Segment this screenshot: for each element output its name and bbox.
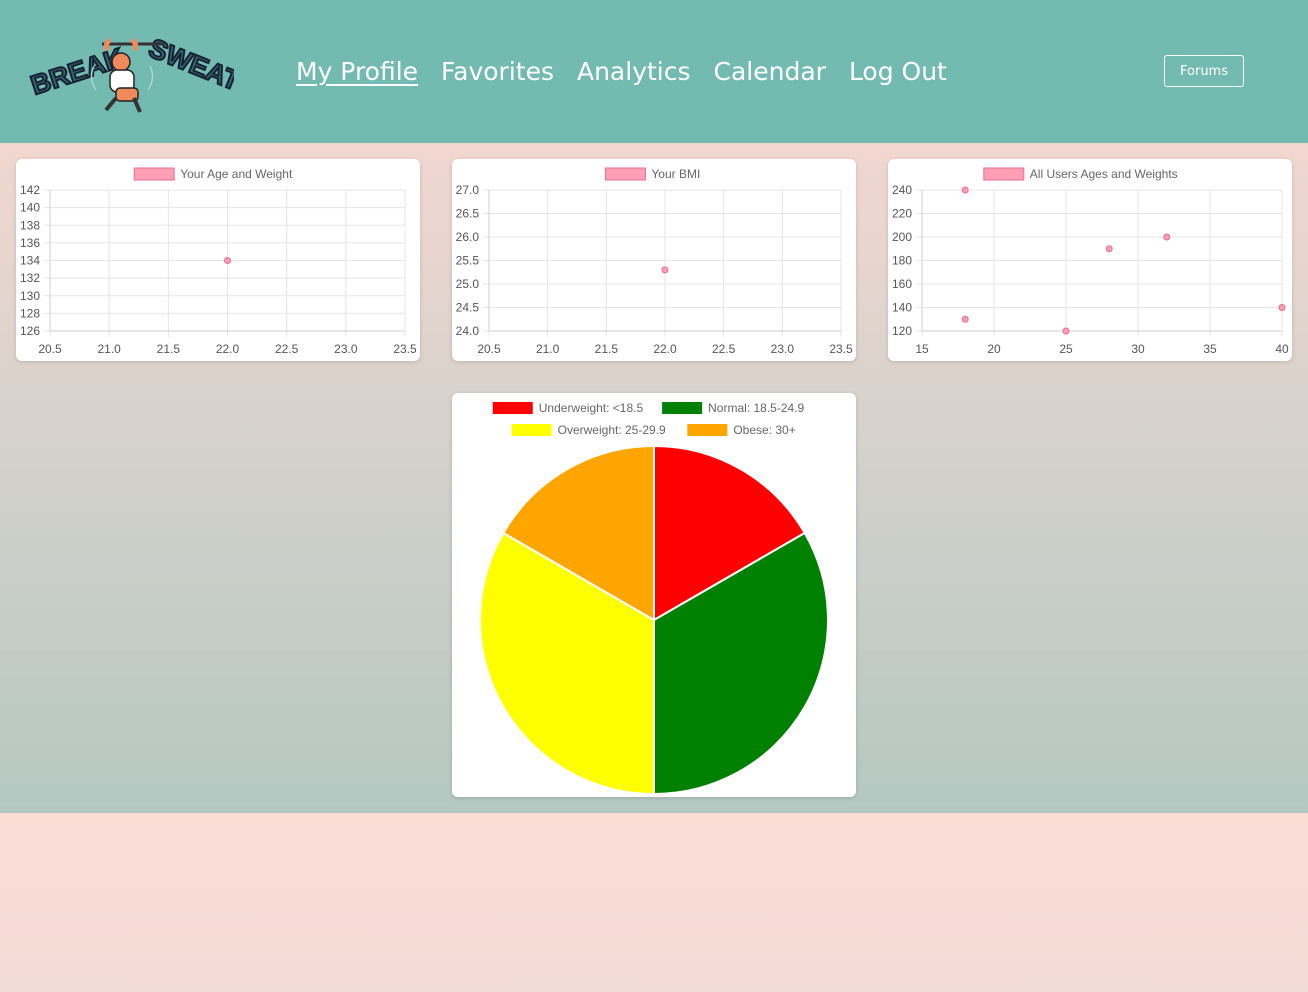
y-tick-label: 200 xyxy=(892,230,912,244)
break-sweat-logo[interactable]: BREAK SWEAT xyxy=(24,26,246,118)
x-tick-label: 30 xyxy=(1131,342,1145,356)
legend-swatch[interactable] xyxy=(687,424,728,436)
data-point[interactable] xyxy=(1062,327,1070,335)
data-point[interactable] xyxy=(1105,245,1113,253)
bmi-chart-card: Your BMI 24.0 24.5 25.0 25.5 26.0 26.5 27.0 20.5… xyxy=(452,159,856,361)
x-tick-label: 22.0 xyxy=(216,342,240,356)
x-tick-label: 25 xyxy=(1059,342,1073,356)
bmi-category-pie-chart: Underweight: <18.5 Normal: 18.5-24.9 Overw… xyxy=(479,401,829,796)
x-tick-label: 21.0 xyxy=(536,342,560,356)
x-tick-label: 35 xyxy=(1203,342,1217,356)
logo-graphic: BREAK SWEAT xyxy=(26,32,246,113)
data-point[interactable] xyxy=(224,257,231,264)
legend-label[interactable]: Obese: 30+ xyxy=(733,423,795,437)
y-tick-label: 134 xyxy=(20,254,40,268)
x-tick-label: 22.0 xyxy=(653,342,677,356)
y-tick-label: 128 xyxy=(20,306,40,320)
y-tick-label: 27.0 xyxy=(456,183,480,197)
data-point[interactable] xyxy=(1163,233,1171,241)
legend-swatch[interactable] xyxy=(604,167,646,181)
y-tick-label: 180 xyxy=(892,254,912,268)
footer-area xyxy=(0,813,1308,992)
nav-link-analytics[interactable]: Analytics xyxy=(577,56,691,88)
navbar: BREAK SWEAT My Profile Favorites Analyti… xyxy=(0,0,1308,143)
y-tick-label: 240 xyxy=(892,183,912,197)
nav-links: My Profile Favorites Analytics Calendar … xyxy=(296,56,970,88)
y-tick-label: 25.5 xyxy=(456,254,480,268)
x-tick-label: 20.5 xyxy=(477,342,501,356)
nav-link-my-profile[interactable]: My Profile xyxy=(296,56,418,88)
y-tick-label: 220 xyxy=(892,207,912,221)
y-tick-label: 25.0 xyxy=(456,277,480,291)
y-tick-label: 136 xyxy=(20,236,40,250)
x-tick-label: 23.0 xyxy=(771,342,795,356)
y-tick-label: 138 xyxy=(20,218,40,232)
x-tick-label: 23.0 xyxy=(334,342,358,356)
legend-swatch[interactable] xyxy=(983,167,1025,181)
y-tick-label: 142 xyxy=(20,183,40,197)
legend-label[interactable]: Underweight: <18.5 xyxy=(539,401,644,415)
all-users-chart: All Users Ages and Weights 120 140 160 180 20… xyxy=(892,167,1289,356)
legend-label[interactable]: Overweight: 25-29.9 xyxy=(558,423,666,437)
x-tick-label: 40 xyxy=(1275,342,1289,356)
nav-link-calendar[interactable]: Calendar xyxy=(714,56,826,88)
x-tick-label: 22.5 xyxy=(275,342,299,356)
data-point[interactable] xyxy=(961,315,969,323)
y-tick-label: 130 xyxy=(20,289,40,303)
all-users-chart-card: All Users Ages and Weights 120 140 160 180 20… xyxy=(888,159,1292,361)
y-tick-label: 140 xyxy=(892,301,912,315)
legend-swatch[interactable] xyxy=(133,167,175,181)
nav-link-log-out[interactable]: Log Out xyxy=(849,56,947,88)
y-tick-label: 26.0 xyxy=(456,230,480,244)
x-tick-label: 20 xyxy=(987,342,1001,356)
age-weight-chart-card: Your Age and Weight 126 128 130 132 134 136 138… xyxy=(16,159,420,361)
legend-swatch[interactable] xyxy=(662,402,703,414)
legend-label[interactable]: Normal: 18.5-24.9 xyxy=(708,401,804,415)
bmi-category-pie-card: Underweight: <18.5 Normal: 18.5-24.9 Overw… xyxy=(452,393,856,797)
y-tick-label: 126 xyxy=(20,324,40,338)
y-tick-label: 24.5 xyxy=(456,301,480,315)
nav-link-favorites[interactable]: Favorites xyxy=(441,56,554,88)
y-tick-label: 132 xyxy=(20,271,40,285)
y-tick-label: 120 xyxy=(892,324,912,338)
x-tick-label: 21.0 xyxy=(97,342,121,356)
legend-label[interactable]: All Users Ages and Weights xyxy=(1030,167,1178,181)
x-tick-label: 22.5 xyxy=(712,342,736,356)
data-point[interactable] xyxy=(1278,304,1286,311)
x-tick-label: 23.5 xyxy=(393,342,417,356)
x-tick-label: 21.5 xyxy=(595,342,619,356)
x-tick-label: 20.5 xyxy=(38,342,62,356)
data-point[interactable] xyxy=(961,186,969,194)
legend-label[interactable]: Your BMI xyxy=(651,167,700,181)
y-tick-label: 24.0 xyxy=(456,324,480,338)
svg-text:SWEAT: SWEAT xyxy=(145,33,234,97)
legend-swatch[interactable] xyxy=(492,402,533,414)
legend-label[interactable]: Your Age and Weight xyxy=(180,167,293,181)
y-tick-label: 140 xyxy=(20,201,40,215)
data-point[interactable] xyxy=(661,266,669,274)
forums-button[interactable]: Forums xyxy=(1164,55,1244,87)
y-tick-label: 160 xyxy=(892,277,912,291)
y-tick-label: 26.5 xyxy=(456,207,480,221)
x-tick-label: 23.5 xyxy=(829,342,853,356)
age-weight-chart: Your Age and Weight 126 128 130 132 134 136 138… xyxy=(20,167,417,356)
legend-swatch[interactable] xyxy=(511,424,552,436)
x-tick-label: 15 xyxy=(915,342,929,356)
x-tick-label: 21.5 xyxy=(157,342,181,356)
bmi-chart: Your BMI 24.0 24.5 25.0 25.5 26.0 26.5 27.0 20.5… xyxy=(456,167,853,356)
